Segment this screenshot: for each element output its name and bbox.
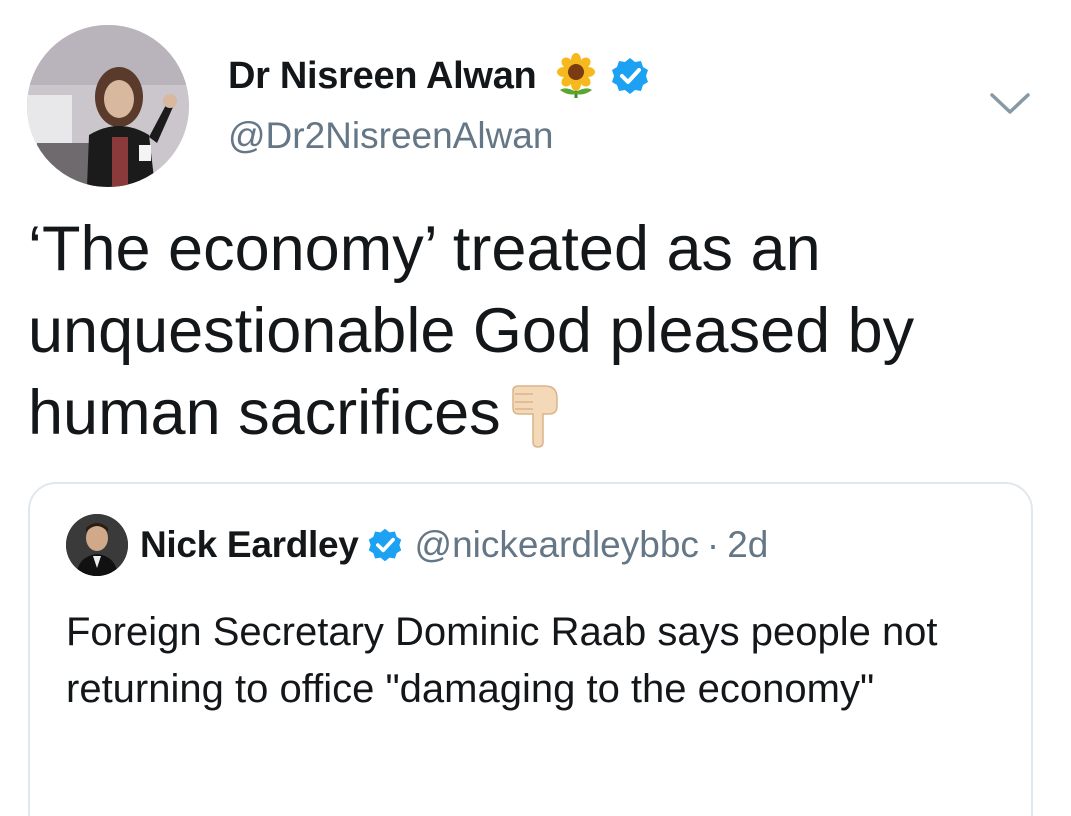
- chevron-down-icon[interactable]: [988, 90, 1032, 118]
- author-name-row: Dr Nisreen Alwan: [228, 52, 650, 100]
- verified-badge-icon: [367, 527, 403, 563]
- author-handle[interactable]: @Dr2NisreenAlwan: [228, 115, 553, 157]
- tweet-text: ‘The economy’ treated as an unquestionab…: [28, 208, 1048, 454]
- backhand-index-pointing-down-icon: [505, 384, 565, 448]
- quoted-author-avatar[interactable]: [66, 514, 128, 576]
- quoted-author-name[interactable]: Nick Eardley: [140, 524, 359, 566]
- tweet-body: ‘The economy’ treated as an unquestionab…: [28, 214, 915, 448]
- verified-badge-icon: [610, 56, 650, 96]
- quoted-tweet-header: Nick Eardley @nickeardleybbc · 2d: [140, 522, 768, 568]
- quoted-tweet-text: Foreign Secretary Dominic Raab says peop…: [66, 610, 938, 711]
- quoted-tweet-timestamp[interactable]: 2d: [727, 524, 768, 566]
- tweet: Dr Nisreen Alwan @Dr2NisreenAlwan ‘The e…: [0, 0, 1071, 816]
- author-display-name[interactable]: Dr Nisreen Alwan: [228, 55, 537, 98]
- quoted-tweet-card[interactable]: Nick Eardley @nickeardleybbc · 2d Foreig…: [28, 482, 1033, 816]
- author-avatar[interactable]: [27, 25, 189, 187]
- separator-dot: ·: [706, 524, 720, 565]
- sunflower-icon: [552, 52, 600, 100]
- quoted-author-handle[interactable]: @nickeardleybbc: [415, 524, 699, 566]
